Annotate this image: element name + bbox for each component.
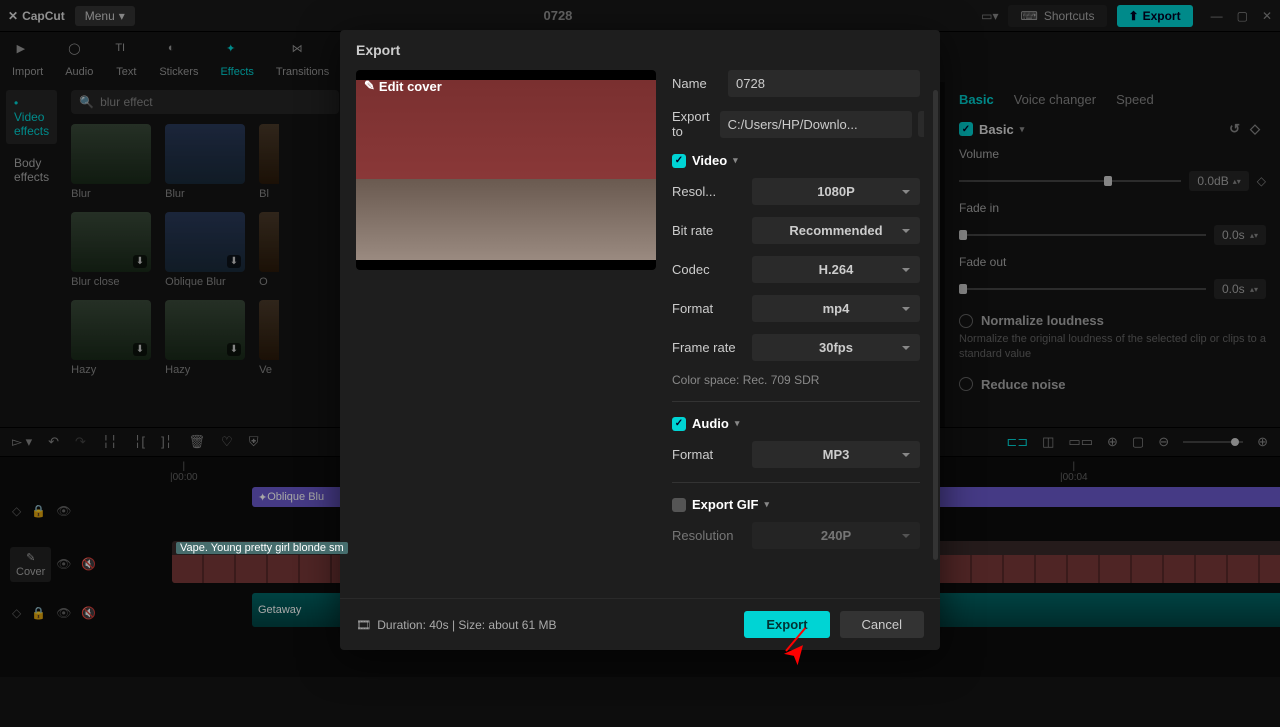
resolution-dropdown[interactable]: 1080P	[752, 178, 920, 205]
framerate-label: Frame rate	[672, 340, 742, 355]
audio-format-label: Format	[672, 447, 742, 462]
path-input[interactable]	[720, 111, 912, 138]
gif-section-label: Export GIF	[692, 497, 758, 512]
resolution-label: Resol...	[672, 184, 742, 199]
codec-label: Codec	[672, 262, 742, 277]
bitrate-dropdown[interactable]: Recommended	[752, 217, 920, 244]
gif-checkbox[interactable]: ✓	[672, 498, 686, 512]
framerate-dropdown[interactable]: 30fps	[752, 334, 920, 361]
gif-res-label: Resolution	[672, 528, 742, 543]
audio-section-label: Audio	[692, 416, 729, 431]
pencil-icon: ✎	[364, 78, 375, 94]
export-to-label: Export to	[672, 109, 710, 139]
browse-folder-button[interactable]: 📁	[918, 111, 924, 137]
cancel-button[interactable]: Cancel	[840, 611, 924, 638]
dialog-title: Export	[340, 30, 940, 70]
color-space-text: Color space: Rec. 709 SDR	[672, 373, 920, 387]
export-confirm-button[interactable]: Export	[744, 611, 829, 638]
folder-icon: 📁	[922, 116, 924, 132]
audio-checkbox[interactable]: ✓	[672, 417, 686, 431]
export-dialog: Export ✎ Edit cover Name Export to 📁	[340, 30, 940, 650]
edit-cover-button[interactable]: ✎ Edit cover	[364, 78, 442, 94]
format-label: Format	[672, 301, 742, 316]
video-section-label: Video	[692, 153, 727, 168]
codec-dropdown[interactable]: H.264	[752, 256, 920, 283]
audio-format-dropdown[interactable]: MP3	[752, 441, 920, 468]
export-preview: ✎ Edit cover	[356, 70, 656, 270]
name-label: Name	[672, 76, 718, 91]
name-input[interactable]	[728, 70, 920, 97]
format-dropdown[interactable]: mp4	[752, 295, 920, 322]
video-checkbox[interactable]: ✓	[672, 154, 686, 168]
gif-res-dropdown: 240P	[752, 522, 920, 549]
bitrate-label: Bit rate	[672, 223, 742, 238]
film-icon: 🎞	[356, 618, 371, 632]
duration-size-text: Duration: 40s | Size: about 61 MB	[377, 618, 556, 632]
